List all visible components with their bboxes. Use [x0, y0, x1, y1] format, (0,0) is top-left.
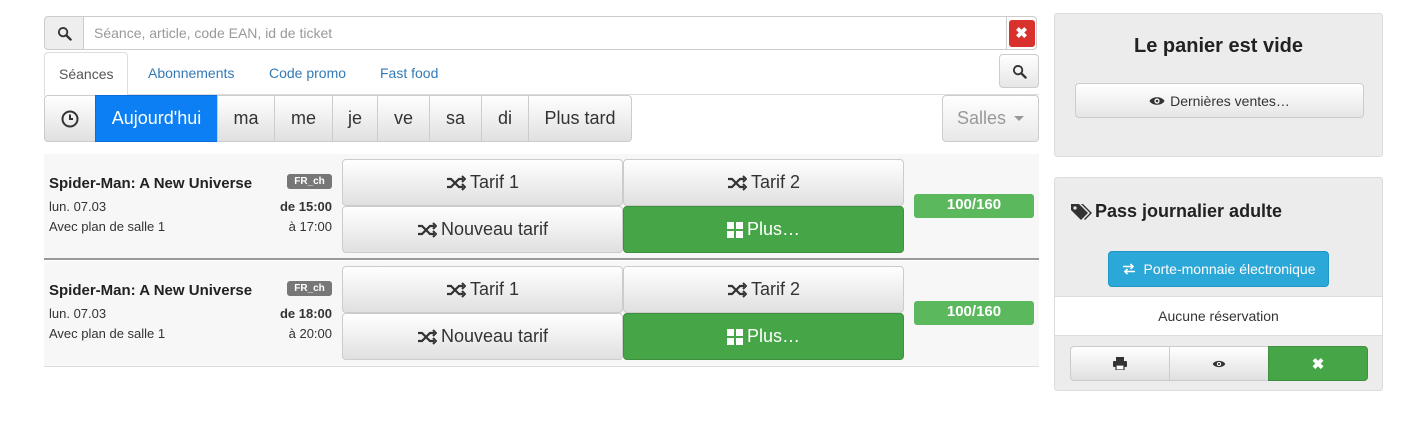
- day-ma-button[interactable]: ma: [217, 95, 275, 142]
- new-tarif-button[interactable]: Nouveau tarif: [342, 206, 623, 253]
- tab-code-promo[interactable]: Code promo: [255, 52, 360, 95]
- tab-abonnements[interactable]: Abonnements: [134, 52, 248, 95]
- caret-down-icon: [1014, 116, 1025, 121]
- tarif-2-button[interactable]: Tarif 2: [623, 266, 904, 313]
- day-today-button[interactable]: Aujourd'hui: [95, 95, 218, 142]
- tarif-1-label: Tarif 1: [469, 172, 520, 192]
- transfer-icon: [1122, 263, 1135, 275]
- last-sales-button[interactable]: Dernières ventes…: [1075, 83, 1364, 118]
- view-button[interactable]: [1169, 346, 1269, 381]
- eye-icon: [1212, 360, 1226, 367]
- room-plan: Avec plan de salle 1: [49, 219, 166, 234]
- day-later-button[interactable]: Plus tard: [528, 95, 632, 142]
- tab-bar: Séances Abonnements Code promo Fast food: [44, 52, 1039, 96]
- reservation-status: Aucune réservation: [1055, 296, 1382, 336]
- eye-icon: [1149, 96, 1165, 105]
- wallet-button[interactable]: Porte-monnaie électronique: [1108, 251, 1329, 287]
- grid-icon: [726, 221, 743, 238]
- tab-seances[interactable]: Séances: [44, 52, 129, 96]
- wallet-label: Porte-monnaie électronique: [1143, 261, 1316, 277]
- tarif-2-label: Tarif 2: [750, 172, 801, 192]
- search-input[interactable]: [84, 16, 1006, 50]
- search-icon: [44, 16, 84, 50]
- more-label: Plus…: [746, 219, 800, 239]
- language-badge: FR_ch: [287, 174, 332, 189]
- tab-search-button[interactable]: [999, 54, 1039, 88]
- tab-fast-food[interactable]: Fast food: [366, 52, 452, 95]
- screening-start: de 15:00: [279, 199, 332, 214]
- capacity-badge: 100/160: [914, 194, 1034, 218]
- day-di-button[interactable]: di: [481, 95, 529, 142]
- last-sales-label: Dernières ventes…: [1170, 92, 1290, 109]
- new-tarif-button[interactable]: Nouveau tarif: [342, 313, 623, 360]
- new-tarif-label: Nouveau tarif: [440, 326, 549, 346]
- more-label: Plus…: [746, 326, 800, 346]
- close-icon: ✖: [1008, 19, 1035, 47]
- clock-button[interactable]: [44, 95, 96, 142]
- capacity-badge: 100/160: [914, 301, 1034, 325]
- more-button[interactable]: Plus…: [623, 313, 904, 360]
- shuffle-icon: [727, 174, 747, 191]
- cart-title: Le panier est vide: [1134, 35, 1303, 57]
- day-me-button[interactable]: me: [274, 95, 333, 142]
- screening-row: Spider-Man: A New Universe FR_ch lun. 07…: [44, 154, 1039, 260]
- salles-label: Salles: [956, 108, 1007, 128]
- cart-panel: Le panier est vide Dernières ventes…: [1054, 13, 1383, 157]
- tarif-2-button[interactable]: Tarif 2: [623, 159, 904, 206]
- more-button[interactable]: Plus…: [623, 206, 904, 253]
- salles-dropdown[interactable]: Salles: [942, 95, 1039, 142]
- shuffle-icon: [417, 221, 437, 238]
- screening-end: à 17:00: [288, 219, 332, 234]
- screening-row: Spider-Man: A New Universe FR_ch lun. 07…: [44, 261, 1039, 367]
- shuffle-icon: [446, 281, 466, 298]
- search-icon: [1012, 64, 1027, 79]
- movie-title: Spider-Man: A New Universe: [49, 282, 253, 299]
- tarif-2-label: Tarif 2: [750, 279, 801, 299]
- clear-search-button[interactable]: ✖: [1006, 16, 1037, 50]
- tarif-1-button[interactable]: Tarif 1: [342, 266, 623, 313]
- language-badge: FR_ch: [287, 281, 332, 296]
- day-ve-button[interactable]: ve: [377, 95, 430, 142]
- tags-icon: [1071, 203, 1092, 220]
- delete-button[interactable]: ✖: [1268, 346, 1368, 381]
- print-icon: [1113, 357, 1127, 370]
- screening-date: lun. 07.03: [49, 199, 107, 214]
- pass-panel: Pass journalier adulte Porte-monnaie éle…: [1054, 177, 1383, 391]
- tarif-1-label: Tarif 1: [469, 279, 520, 299]
- new-tarif-label: Nouveau tarif: [440, 219, 549, 239]
- screening-start: de 18:00: [279, 306, 332, 321]
- pass-title: Pass journalier adulte: [1095, 201, 1283, 221]
- pass-actions: ✖: [1070, 346, 1368, 381]
- clock-icon: [61, 110, 79, 127]
- screening-end: à 20:00: [288, 326, 332, 341]
- movie-title: Spider-Man: A New Universe: [49, 175, 253, 192]
- print-button[interactable]: [1070, 346, 1170, 381]
- screening-date: lun. 07.03: [49, 306, 107, 321]
- day-selector: Aujourd'hui ma me je ve sa di Plus tard: [44, 95, 632, 142]
- shuffle-icon: [417, 328, 437, 345]
- close-icon: ✖: [1311, 355, 1325, 373]
- search-bar: ✖: [44, 16, 1037, 50]
- room-plan: Avec plan de salle 1: [49, 326, 166, 341]
- shuffle-icon: [446, 174, 466, 191]
- tarif-1-button[interactable]: Tarif 1: [342, 159, 623, 206]
- day-sa-button[interactable]: sa: [429, 95, 482, 142]
- grid-icon: [726, 328, 743, 345]
- day-je-button[interactable]: je: [332, 95, 378, 142]
- shuffle-icon: [727, 281, 747, 298]
